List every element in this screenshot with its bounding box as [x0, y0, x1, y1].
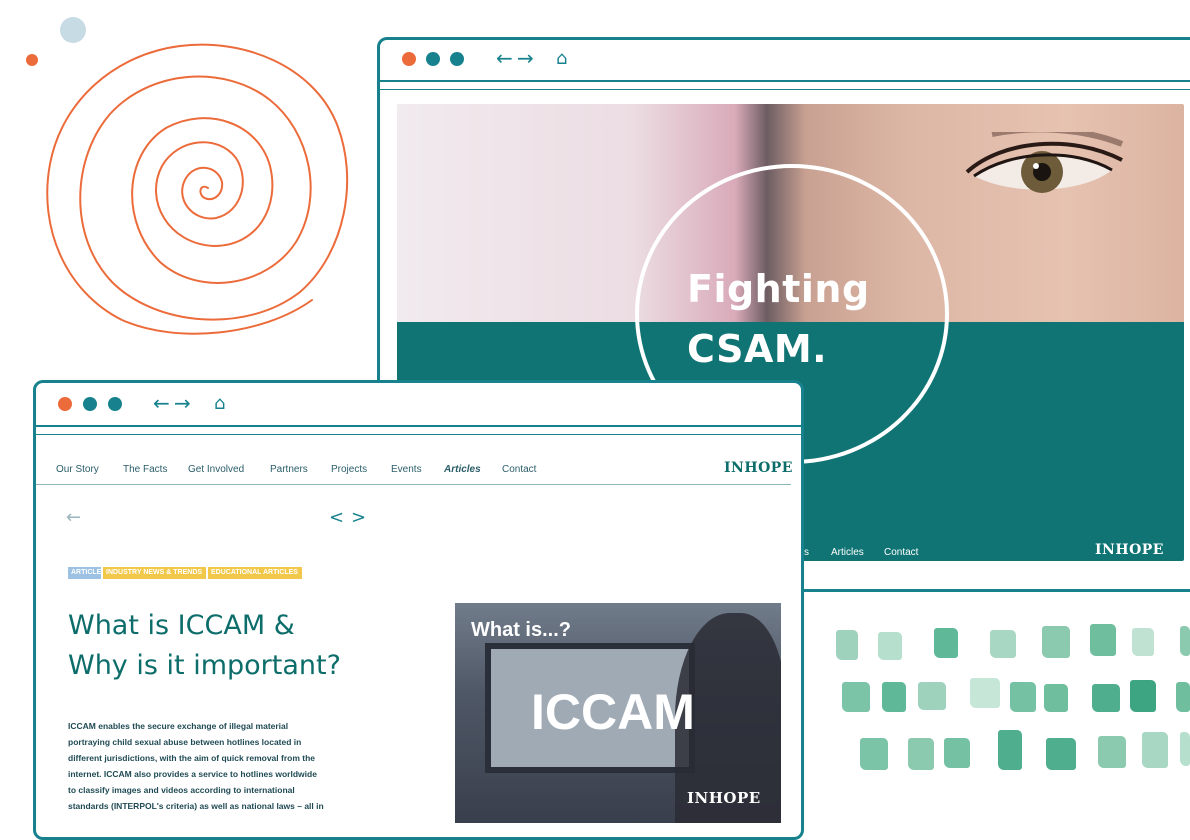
- hero-heading-line2: CSAM.: [687, 327, 828, 371]
- back-arrow-icon[interactable]: ←: [66, 507, 81, 528]
- tag-educational-articles[interactable]: EDUCATIONAL ARTICLES: [208, 567, 302, 579]
- inhope-logo[interactable]: INHOPE: [724, 460, 793, 476]
- window-dot-teal: [83, 397, 97, 411]
- toolbar-divider: [380, 80, 1190, 82]
- spiral-doodle: [46, 43, 349, 335]
- thumbnail-heading: What is...?: [471, 619, 571, 641]
- forward-arrow-icon[interactable]: →: [517, 46, 534, 70]
- window-dot-teal: [450, 52, 464, 66]
- thumbnail-logo: INHOPE: [687, 789, 761, 807]
- window-dot-teal: [108, 397, 122, 411]
- nav-item-articles[interactable]: Articles: [831, 547, 864, 558]
- toolbar-divider: [380, 89, 1190, 90]
- back-arrow-icon[interactable]: ←: [496, 46, 513, 70]
- nav-item-articles[interactable]: Articles: [444, 464, 481, 475]
- tag-article[interactable]: ARTICLE: [68, 567, 101, 579]
- nav-item-partners[interactable]: Partners: [270, 464, 308, 475]
- chevron-left-icon[interactable]: <: [329, 507, 344, 528]
- hero-heading-line1: Fighting: [687, 267, 870, 311]
- eye-image: [965, 132, 1124, 193]
- article-body-line: portraying child sexual abuse between ho…: [68, 737, 302, 747]
- browser-toolbar: ← → ⌂: [380, 40, 1190, 80]
- toolbar-divider: [36, 425, 801, 427]
- home-icon[interactable]: ⌂: [556, 48, 567, 69]
- tag-industry-news[interactable]: INDUSTRY NEWS & TRENDS: [103, 567, 206, 579]
- nav-item-the-facts[interactable]: The Facts: [123, 464, 167, 475]
- nav-item-get-involved[interactable]: Get Involved: [188, 464, 244, 475]
- forward-arrow-icon[interactable]: →: [174, 391, 191, 415]
- article-title-line2: Why is it important?: [68, 650, 341, 681]
- article-body-line: different jurisdictions, with the aim of…: [68, 753, 316, 763]
- browser-toolbar: ← → ⌂: [36, 383, 801, 423]
- article-thumbnail[interactable]: What is...? ICCAM INHOPE: [455, 603, 781, 823]
- nav-item-contact[interactable]: Contact: [884, 547, 918, 558]
- toolbar-divider: [36, 434, 801, 435]
- nav-item-partial[interactable]: s: [804, 547, 809, 558]
- article-body-line: standards (INTERPOL's criteria) as well …: [68, 801, 324, 811]
- article-body-line: to classify images and videos according …: [68, 785, 295, 795]
- nav-item-projects[interactable]: Projects: [331, 464, 367, 475]
- decorative-brush-marks: [830, 620, 1190, 780]
- inhope-logo[interactable]: INHOPE: [1095, 542, 1164, 558]
- menu-underline: [36, 484, 791, 485]
- home-icon[interactable]: ⌂: [214, 393, 225, 414]
- back-arrow-icon[interactable]: ←: [153, 391, 170, 415]
- thumbnail-big-text: ICCAM: [531, 684, 695, 740]
- nav-item-events[interactable]: Events: [391, 464, 422, 475]
- nav-item-contact[interactable]: Contact: [502, 464, 536, 475]
- article-body-line: ICCAM enables the secure exchange of ill…: [68, 721, 289, 731]
- window-dot-orange: [402, 52, 416, 66]
- article-title-line1: What is ICCAM &: [68, 610, 295, 641]
- chevron-right-icon[interactable]: >: [351, 507, 366, 528]
- nav-item-our-story[interactable]: Our Story: [56, 464, 99, 475]
- window-dot-teal: [426, 52, 440, 66]
- window-dot-orange: [58, 397, 72, 411]
- front-browser-window: ← → ⌂ Our Story The Facts Get Involved P…: [33, 380, 804, 840]
- article-body-line: internet. ICCAM also provides a service …: [68, 769, 317, 779]
